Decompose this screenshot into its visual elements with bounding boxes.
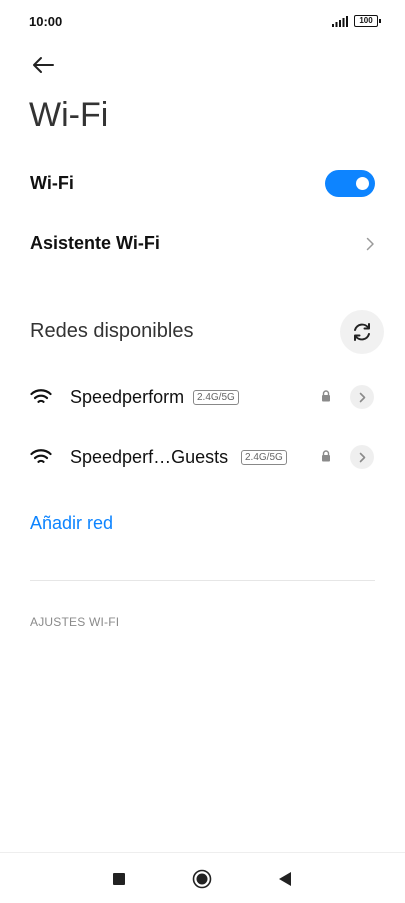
network-name: Speedperform — [70, 387, 185, 407]
battery-level: 100 — [359, 16, 373, 25]
divider — [30, 580, 375, 581]
network-item[interactable]: Speedperf…Guests 2.4G/5G — [0, 436, 405, 480]
recents-button[interactable] — [107, 867, 131, 891]
wifi-signal-icon — [30, 449, 52, 463]
triangle-back-icon — [279, 872, 291, 886]
toggle-knob — [356, 177, 369, 190]
battery-icon: 100 — [354, 15, 381, 27]
wifi-assistant-label: Asistente Wi-Fi — [30, 233, 160, 253]
back-nav-button[interactable] — [273, 867, 297, 891]
network-name: Speedperf…Guests — [70, 447, 229, 467]
home-button[interactable] — [190, 867, 214, 891]
add-network-link[interactable]: Añadir red — [30, 513, 113, 534]
wifi-toggle-row[interactable]: Wi-Fi — [0, 162, 405, 206]
network-item[interactable]: Speedperform 2.4G/5G — [0, 376, 405, 420]
wifi-assistant-row[interactable]: Asistente Wi-Fi — [0, 222, 405, 266]
wifi-toggle-label: Wi-Fi — [30, 173, 74, 193]
page-title: Wi-Fi — [29, 96, 109, 134]
chevron-right-icon — [359, 392, 365, 402]
available-networks-label: Redes disponibles — [30, 320, 194, 342]
chevron-right-icon — [366, 237, 374, 251]
circle-icon — [192, 869, 212, 889]
wifi-signal-icon — [30, 389, 52, 403]
status-bar: 10:00 100 — [0, 0, 405, 44]
network-details-button[interactable] — [350, 385, 374, 409]
lock-icon — [322, 450, 330, 462]
lock-icon — [322, 390, 330, 402]
navigation-bar — [0, 852, 405, 903]
network-band-badge: 2.4G/5G — [193, 390, 239, 405]
refresh-icon — [354, 323, 370, 341]
arrow-left-icon — [33, 57, 54, 73]
network-details-button[interactable] — [350, 445, 374, 469]
refresh-button[interactable] — [340, 310, 384, 354]
wifi-settings-header: AJUSTES WI-FI — [30, 615, 120, 629]
status-icons: 100 — [332, 15, 381, 27]
wifi-toggle-switch[interactable] — [325, 170, 375, 197]
signal-bars-icon — [332, 15, 348, 27]
status-time: 10:00 — [29, 14, 63, 29]
chevron-right-icon — [359, 452, 365, 462]
square-icon — [113, 873, 125, 885]
back-button[interactable] — [26, 50, 60, 80]
network-band-badge: 2.4G/5G — [241, 450, 287, 465]
